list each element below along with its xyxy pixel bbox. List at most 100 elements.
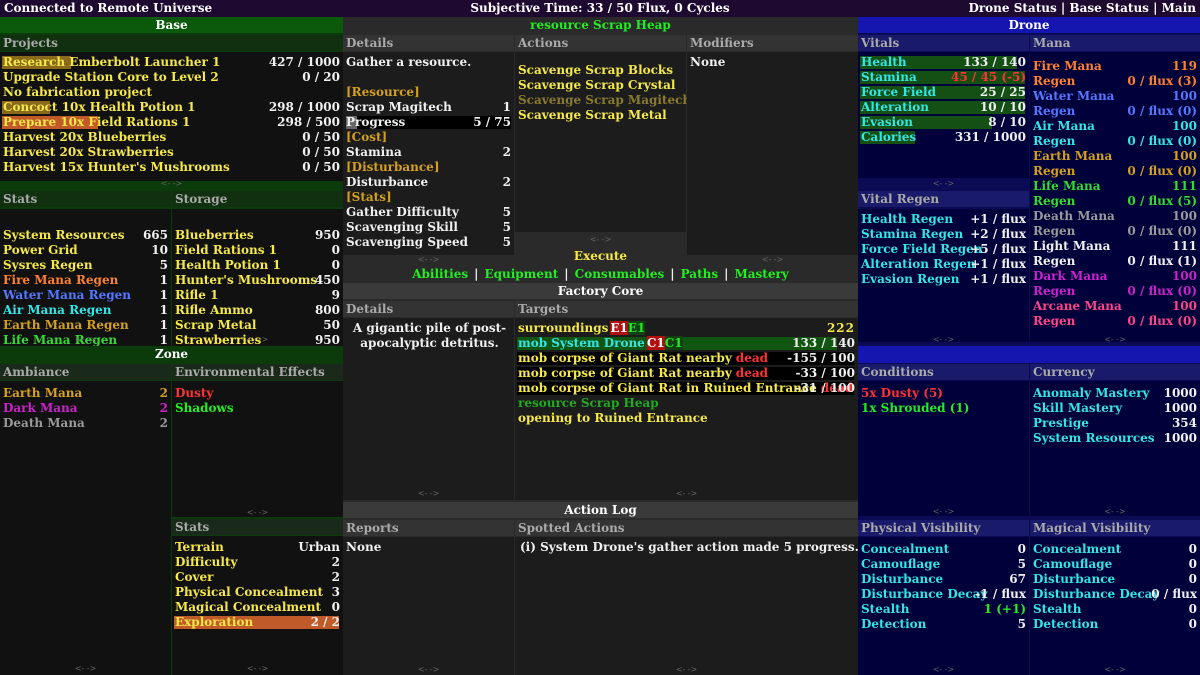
item-label: [Disturbance] — [346, 160, 440, 174]
storage-item[interactable]: Rifle 1 9 — [175, 288, 340, 303]
project-item[interactable]: Harvest 15x Hunter's Mushrooms 0 / 50 — [3, 160, 340, 175]
item-value: 800 — [314, 303, 340, 317]
vital-regen-header: Vital Regen — [858, 191, 1029, 207]
detail-item: Gather Difficulty 5 — [346, 205, 511, 220]
tab-paths[interactable]: Paths — [681, 267, 719, 281]
item-value: 1 (+1) — [983, 602, 1026, 616]
conditions-pager[interactable]: <- -> — [858, 507, 1029, 517]
env-effect-item[interactable]: Dusty — [175, 386, 340, 401]
spotted-pager[interactable]: <- -> — [515, 665, 858, 675]
item-label: Anomaly Mastery — [1033, 386, 1150, 400]
storage-item[interactable]: Hunter's Mushrooms 450 — [175, 273, 340, 288]
item-label: Water Mana — [1033, 89, 1115, 103]
reports-pager[interactable]: <- -> — [343, 665, 514, 675]
top-nav-links[interactable]: Drone Status | Base Status | Main — [968, 1, 1196, 15]
tab-equipment[interactable]: Equipment — [484, 267, 558, 281]
projects-pager[interactable]: <- -> — [0, 179, 343, 189]
magical-visibility-pager[interactable]: <- -> — [1030, 665, 1200, 675]
target-item[interactable]: mob System Drone C1C1 133 / 140 — [517, 336, 855, 351]
actions-pager[interactable]: <- -> — [515, 235, 686, 245]
item-label: Fire Mana Regen — [3, 273, 119, 287]
target-item[interactable]: mob corpse of Giant Rat in Ruined Entran… — [517, 381, 855, 396]
dead-badge: dead — [735, 351, 768, 365]
item-label: Dark Mana — [1033, 269, 1108, 283]
action-item[interactable]: Scavenge Scrap Crystal — [518, 78, 683, 93]
factory-details-box: A gigantic pile of post-apocalyptic detr… — [343, 318, 514, 500]
item-label: 1x Shrouded (1) — [861, 401, 970, 415]
env-effect-item[interactable]: Shadows — [175, 401, 340, 416]
detail-item: Scavenging Skill 5 — [346, 220, 511, 235]
vitals-pager[interactable]: <- -> — [858, 179, 1029, 189]
storage-item[interactable]: Blueberries 950 — [175, 228, 340, 243]
item-value: 450 — [314, 273, 340, 287]
spotted-action-entry: (i) System Drone's gather action made 5 … — [520, 540, 858, 554]
tab-consumables[interactable]: Consumables — [575, 267, 665, 281]
target-item[interactable]: mob corpse of Giant Rat nearby dead -155 /… — [517, 351, 855, 366]
vital-regen-pager[interactable]: <- -> — [858, 335, 1029, 345]
item-label: Health — [861, 55, 907, 69]
storage-item[interactable]: Field Rations 1 0 — [175, 243, 340, 258]
tab-abilities[interactable]: Abilities — [412, 267, 468, 281]
project-item[interactable]: Prepare 10x Field Rations 1 298 / 500 — [2, 115, 340, 130]
zone-stats-pager[interactable]: <- -> — [172, 664, 343, 674]
item-label: Shadows — [175, 401, 234, 415]
ambiance-pager[interactable]: <- -> — [0, 664, 171, 674]
item-label: Gather Difficulty — [346, 205, 459, 219]
project-item[interactable]: Harvest 20x Strawberries 0 / 50 — [3, 145, 340, 160]
project-item[interactable]: Research Emberbolt Launcher 1 427 / 1000 — [2, 55, 340, 70]
tab-bar: Abilities | Equipment | Consumables | Paths | Ma… — [343, 266, 858, 282]
execute-button[interactable]: Execute — [515, 248, 686, 264]
tab-mastery[interactable]: Mastery — [734, 267, 788, 281]
storage-header: Storage — [172, 191, 343, 207]
item-value: 2 — [331, 570, 340, 584]
physical-visibility-header: Physical Visibility — [858, 520, 1029, 536]
item-value: 2 — [502, 175, 511, 189]
action-item[interactable]: Scavenge Scrap Metal — [518, 108, 683, 123]
mana-pager[interactable]: <- -> — [1030, 335, 1200, 345]
project-item[interactable]: Harvest 20x Blueberries 0 / 50 — [3, 130, 340, 145]
currency-pager[interactable]: <- -> — [1030, 507, 1200, 517]
vital-item: Alteration 10 / 10 — [860, 100, 1026, 115]
item-label: Detection — [861, 617, 927, 631]
vitals-list: Health 133 / 140 Stamina 45 / 45 (-5) Force … — [858, 52, 1029, 178]
action-item[interactable]: Scavenge Scrap Blocks — [518, 63, 683, 78]
target-item[interactable]: resource Scrap Heap — [518, 396, 855, 411]
storage-item[interactable]: Health Potion 1 0 — [175, 258, 340, 273]
item-label: Terrain — [175, 540, 224, 554]
item-value: 0 / flux (3) — [1127, 74, 1197, 88]
drone-panel: Drone Vitals Mana Health 133 / 140 Stamina… — [858, 17, 1200, 675]
target-item[interactable]: mob corpse of Giant Rat nearby dead -33 / … — [517, 366, 855, 381]
vital-regen-item: Evasion Regen +1 / flux — [861, 272, 1026, 287]
item-value: 0 / 50 — [302, 145, 340, 159]
storage-item[interactable]: Scrap Metal 50 — [175, 318, 340, 333]
tab-separator: | — [724, 267, 729, 281]
details-pager[interactable]: <- -> — [343, 255, 514, 265]
project-item[interactable]: Upgrade Station Core to Level 2 0 / 20 — [3, 70, 340, 85]
modifiers-list: None — [687, 52, 858, 255]
target-item[interactable]: opening to Ruined Entrance — [518, 411, 855, 426]
mana-item: Death Mana 100 — [1033, 209, 1197, 224]
item-label: Difficulty — [175, 555, 238, 569]
env-effects-pager[interactable]: <- -> — [172, 508, 343, 518]
factory-description: A gigantic pile of post-apocalyptic detr… — [352, 321, 507, 350]
item-label: [Resource] — [346, 85, 420, 99]
currency-item: Anomaly Mastery 1000 — [1033, 386, 1197, 401]
item-label: Arcane Mana — [1033, 299, 1122, 313]
item-label: Scavenge Scrap Magitech — [518, 93, 692, 107]
modifiers-pager[interactable]: <- -> — [687, 255, 858, 265]
factory-details-pager[interactable]: <- -> — [343, 489, 514, 499]
storage-item[interactable]: Rifle Ammo 800 — [175, 303, 340, 318]
storage-pager[interactable]: <- -> — [172, 335, 343, 345]
base-stats-pager[interactable]: <- -> — [0, 335, 171, 345]
targets-pager[interactable]: <- -> — [515, 489, 858, 499]
project-item[interactable]: No fabrication project — [3, 85, 340, 100]
detail-item: [Stats] — [346, 190, 511, 205]
item-label: Rifle Ammo — [175, 303, 253, 317]
action-item[interactable]: Scavenge Scrap Magitech — [518, 93, 691, 108]
project-item[interactable]: Concoct 10x Health Potion 1 298 / 1000 — [2, 100, 340, 115]
physical-visibility-pager[interactable]: <- -> — [858, 665, 1029, 675]
detail-item — [346, 70, 511, 85]
target-item[interactable]: surroundings E1E1 222 — [518, 321, 855, 336]
item-label: Air Mana — [1033, 119, 1095, 133]
item-label: No fabrication project — [3, 85, 152, 99]
